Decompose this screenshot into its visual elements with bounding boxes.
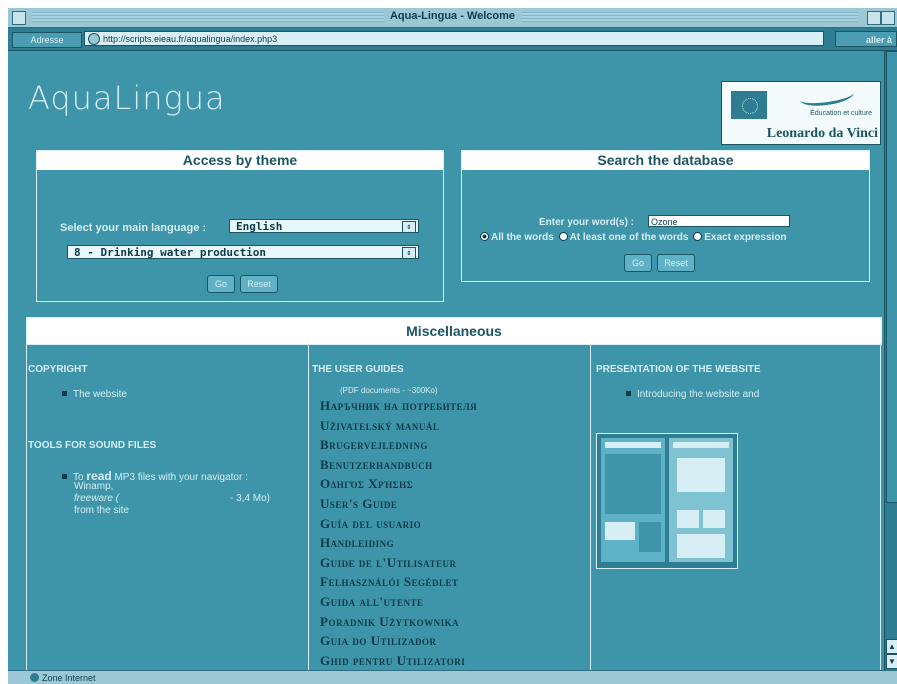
- guide-romanian[interactable]: Ghid pentru Utilizatori: [320, 653, 465, 669]
- presentation-link-label: Introducing the website and: [637, 389, 760, 400]
- preview-page-2: [669, 438, 733, 562]
- page-content: AquaLingua Éducation et culture Leonardo…: [8, 51, 884, 670]
- copyright-heading: COPYRIGHT: [28, 364, 88, 375]
- presentation-heading: PRESENTATION OF THE WEBSITE: [596, 364, 761, 375]
- guide-spanish[interactable]: Guía del usuario: [320, 516, 421, 532]
- guide-dutch[interactable]: Handleiding: [320, 535, 394, 551]
- mp3-text-suffix: MP3 files with your navigator :: [111, 472, 248, 483]
- option-all-words-label: All the words: [491, 232, 554, 243]
- radio-at-least-one[interactable]: [558, 232, 568, 241]
- theme-go-button[interactable]: Go: [207, 275, 235, 293]
- words-label: Enter your word(s) :: [539, 217, 635, 228]
- search-go-button[interactable]: Go: [624, 254, 652, 272]
- winamp-link[interactable]: Winamp,: [74, 481, 113, 492]
- bullet-icon: [626, 391, 631, 396]
- guide-danish[interactable]: Brugervejledning: [320, 437, 428, 453]
- search-reset-button[interactable]: Reset: [657, 254, 695, 272]
- option-exact-expression-label: Exact expression: [704, 232, 787, 243]
- bullet-icon: [62, 391, 67, 396]
- language-select-value: English: [236, 220, 283, 233]
- scrollbar-thumb[interactable]: [886, 51, 897, 503]
- vertical-scrollbar[interactable]: ▲ ▼: [884, 51, 897, 670]
- scroll-up-icon[interactable]: ▲: [886, 639, 897, 654]
- theme-reset-button[interactable]: Reset: [240, 275, 278, 293]
- pdf-note: (PDF documents - ~300Ko): [340, 386, 438, 395]
- browser-window: Aqua-Lingua - Welcome Adresse http://scr…: [8, 8, 897, 684]
- select-arrows-icon: ⇕: [402, 221, 416, 233]
- address-label: Adresse: [12, 32, 82, 48]
- theme-panel-title: Access by theme: [37, 151, 443, 170]
- swoosh-icon: [799, 84, 855, 109]
- guide-italian[interactable]: Guida all'utente: [320, 594, 424, 610]
- theme-select[interactable]: 8 - Drinking water production ⇕: [67, 245, 419, 259]
- winamp-source: from the site: [74, 505, 130, 516]
- url-field[interactable]: http://scripts.eieau.fr/aqualingua/index…: [84, 31, 824, 46]
- guide-bulgarian[interactable]: Наръчник на потребителя: [320, 398, 477, 414]
- collapse-box-icon[interactable]: [881, 11, 895, 25]
- globe-icon: [30, 673, 39, 682]
- guide-czech[interactable]: Uživatelský manuál: [320, 418, 439, 434]
- eu-flag-icon: [731, 91, 767, 119]
- zone-label: Zone Internet: [42, 673, 96, 683]
- scroll-down-icon[interactable]: ▼: [886, 654, 897, 669]
- user-guides-heading: THE USER GUIDES: [312, 364, 404, 375]
- guide-portuguese[interactable]: Guia do Utilizador: [320, 633, 437, 649]
- leonardo-da-vinci-logo[interactable]: Éducation et culture Leonardo da Vinci: [721, 81, 881, 145]
- radio-exact-expression[interactable]: [693, 232, 703, 241]
- zoom-box-icon[interactable]: [867, 11, 881, 25]
- window-title: Aqua-Lingua - Welcome: [383, 10, 522, 22]
- programme-label: Leonardo da Vinci: [766, 126, 878, 141]
- address-bar: Adresse http://scripts.eieau.fr/aqualing…: [8, 28, 897, 51]
- language-select[interactable]: English ⇕: [229, 219, 419, 233]
- bullet-icon: [62, 474, 67, 479]
- guide-french[interactable]: Guide de l'Utilisateur: [320, 555, 456, 571]
- guide-greek[interactable]: Οδηγός Χρήσης: [320, 476, 413, 492]
- presentation-link[interactable]: Introducing the website and: [626, 389, 759, 400]
- guide-german[interactable]: Benutzerhandbuch: [320, 457, 433, 473]
- select-arrows-icon: ⇕: [402, 247, 416, 259]
- education-culture-label: Éducation et culture: [810, 110, 872, 117]
- search-panel-title: Search the database: [462, 151, 869, 170]
- copyright-link-label: The website: [73, 389, 127, 400]
- preview-page-1: [601, 438, 665, 562]
- search-options: All the words At least one of the words …: [478, 232, 787, 243]
- search-database-panel: Search the database Enter your word(s) :…: [461, 150, 870, 282]
- go-to-url-button[interactable]: aller à: [835, 31, 897, 47]
- title-bar: Aqua-Lingua - Welcome: [8, 8, 897, 28]
- guide-english[interactable]: User's Guide: [320, 496, 397, 512]
- guide-polish[interactable]: Poradnik Użytkownika: [320, 614, 459, 630]
- radio-all-words[interactable]: [480, 232, 489, 241]
- status-bar: Zone Internet: [8, 670, 897, 684]
- winamp-size: - 3,4 Mo): [230, 493, 271, 504]
- sound-tools-heading: TOOLS FOR SOUND FILES: [28, 440, 157, 451]
- guide-hungarian[interactable]: Felhasználói Segédlet: [320, 574, 458, 590]
- copyright-link[interactable]: The website: [62, 389, 127, 400]
- freeware-label: freeware (: [74, 493, 120, 504]
- option-at-least-one-label: At least one of the words: [569, 232, 689, 243]
- words-input[interactable]: Ozone: [648, 215, 790, 227]
- globe-icon: [88, 33, 100, 45]
- theme-select-value: 8 - Drinking water production: [74, 246, 267, 259]
- access-by-theme-panel: Access by theme Select your main languag…: [36, 150, 444, 302]
- miscellaneous-title: Miscellaneous: [26, 317, 882, 345]
- language-label: Select your main language :: [60, 222, 207, 234]
- aqualingua-logo[interactable]: AquaLingua: [28, 79, 226, 117]
- website-preview-thumbnails[interactable]: [596, 433, 738, 569]
